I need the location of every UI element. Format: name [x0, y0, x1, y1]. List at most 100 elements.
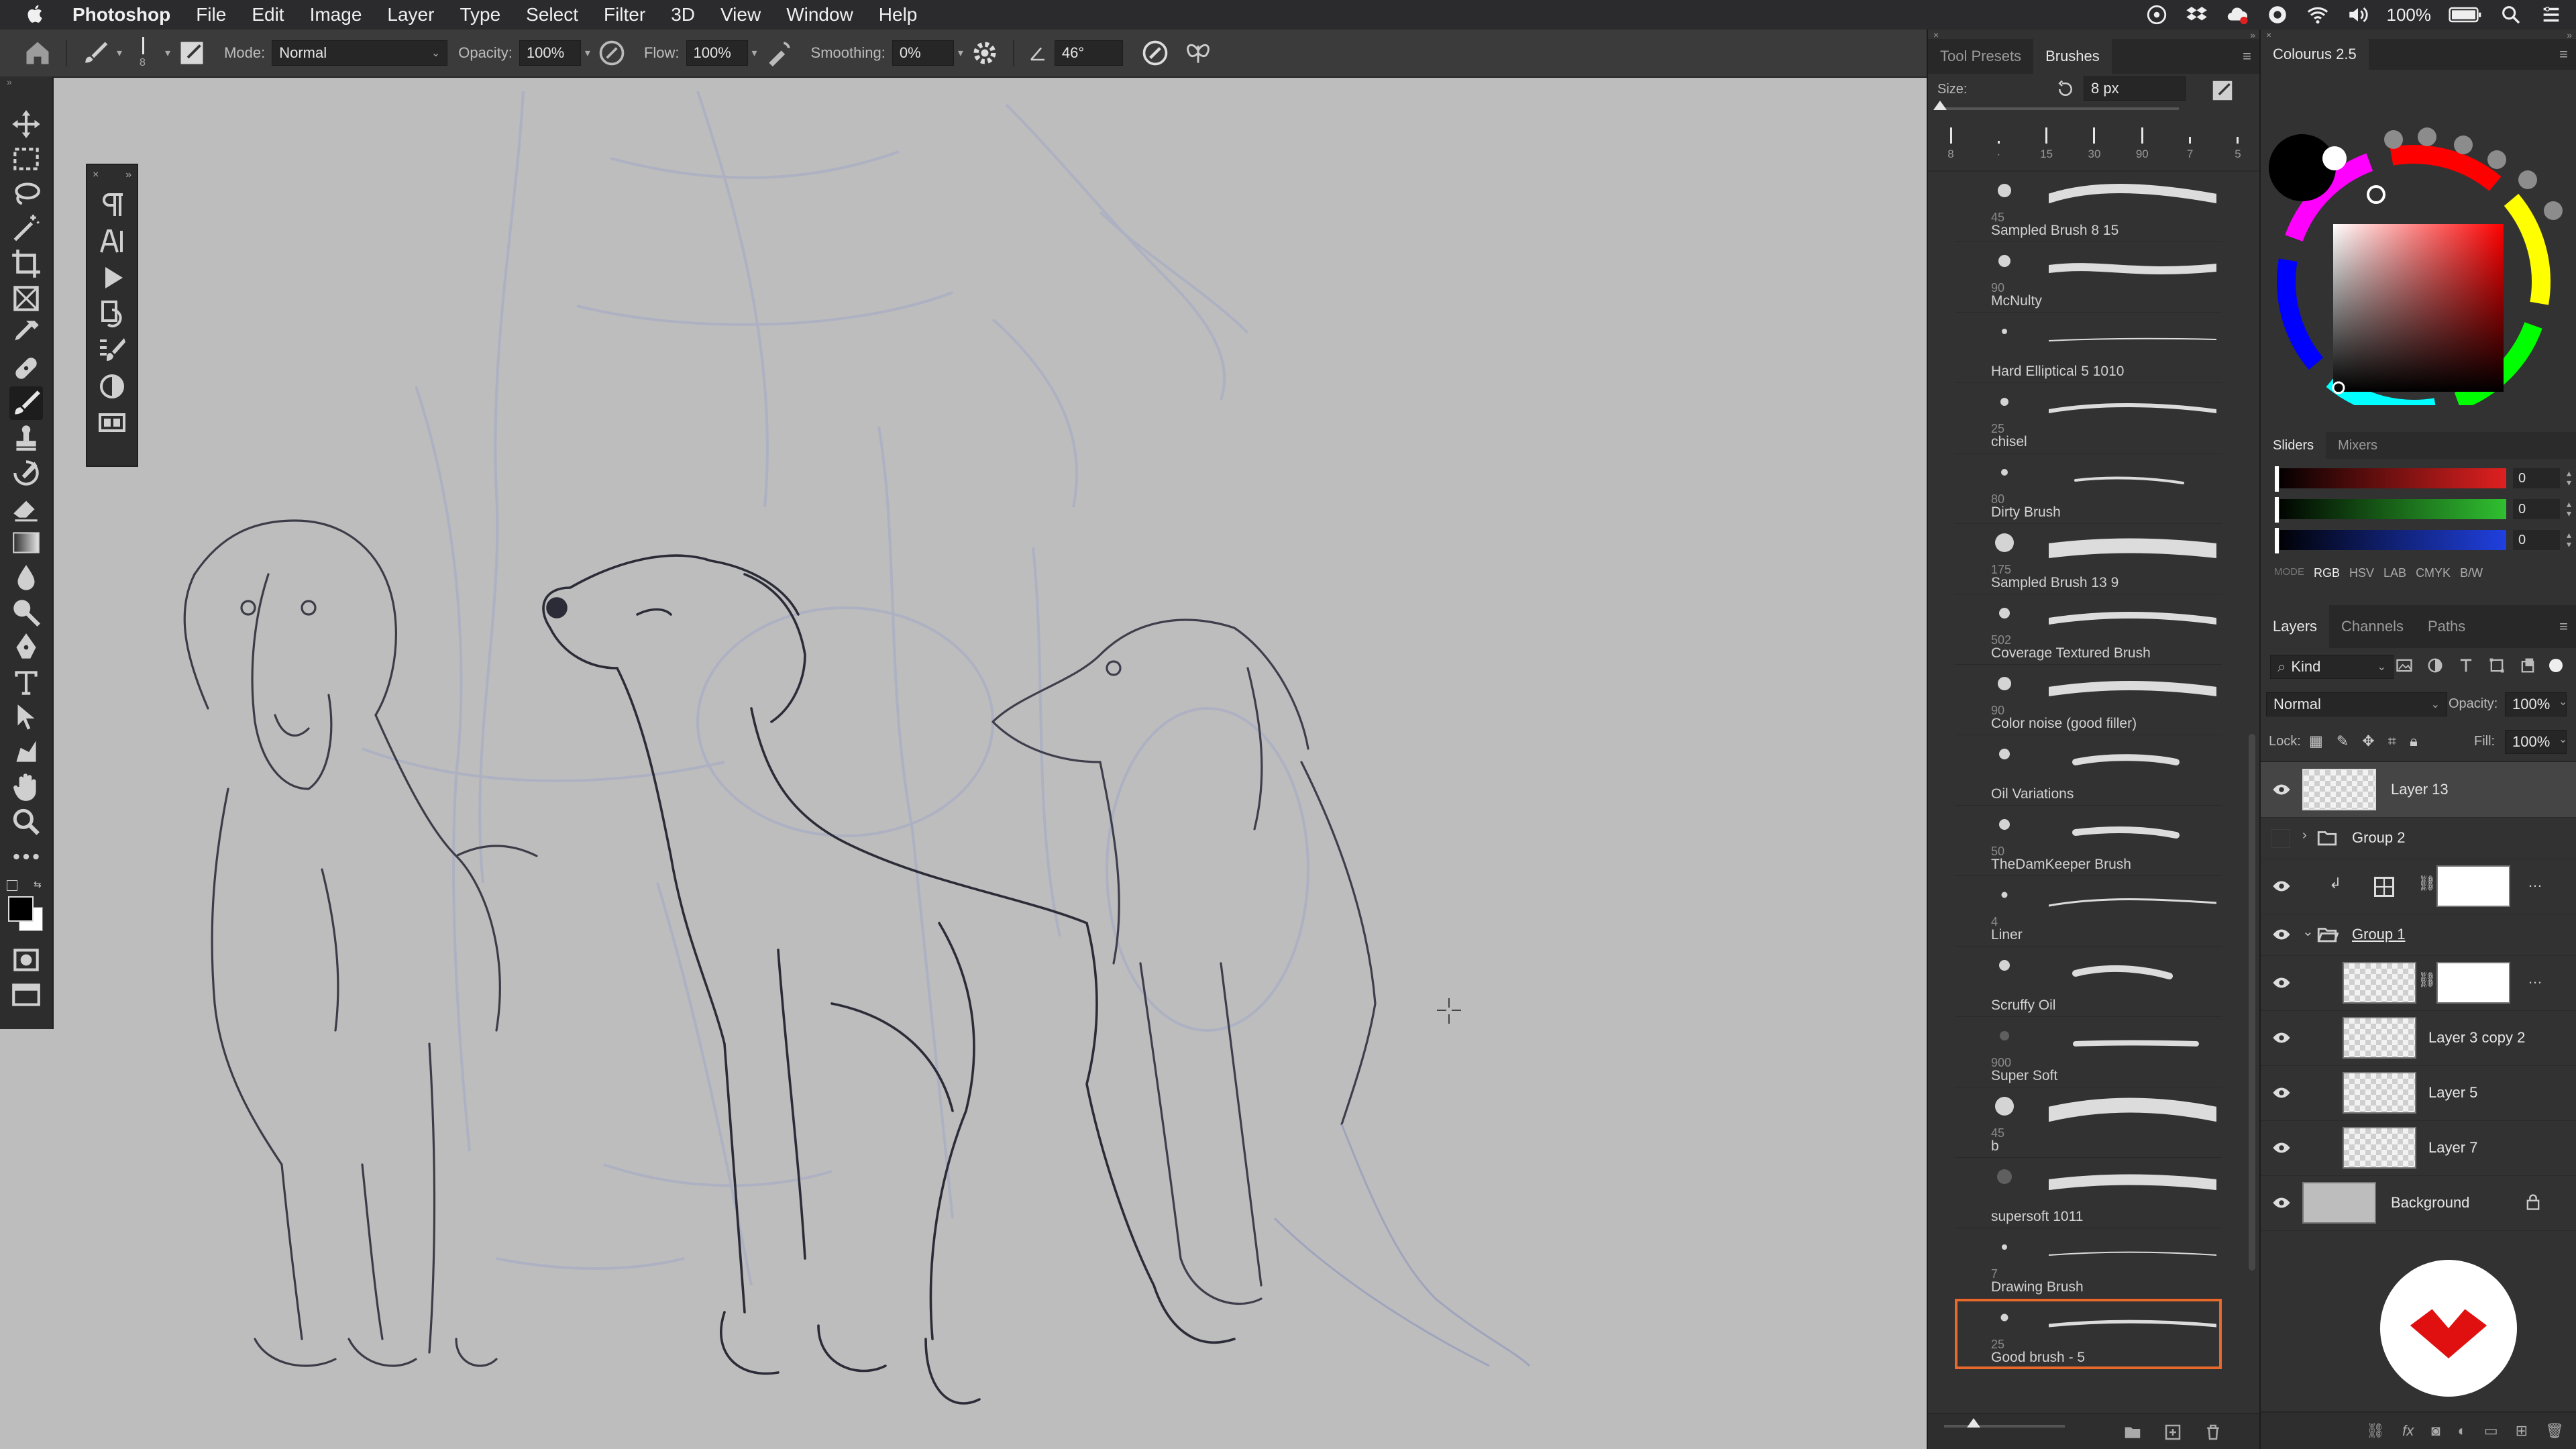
size-preset[interactable]: 5	[2224, 126, 2251, 161]
collapse-icon[interactable]: »	[2250, 30, 2255, 40]
layer-kind-filter[interactable]: ⌕ Kind ⌄	[2270, 655, 2394, 679]
smoothing-settings-gear-icon[interactable]	[970, 38, 1000, 68]
slider-handle[interactable]	[1933, 101, 1947, 110]
apple-icon[interactable]	[25, 3, 46, 26]
mode-hsv[interactable]: HSV	[2349, 566, 2374, 580]
brush-settings-toggle-icon[interactable]	[177, 38, 207, 68]
close-icon[interactable]: ×	[93, 169, 99, 181]
layer-name[interactable]: Layer 5	[2428, 1084, 2477, 1102]
filter-pixel-icon[interactable]	[2395, 656, 2414, 675]
symmetry-butterfly-icon[interactable]	[1183, 38, 1213, 68]
more-tools-icon[interactable]	[9, 840, 43, 873]
tab-channels[interactable]: Channels	[2329, 605, 2416, 648]
brush-preset-item[interactable]: Hard Elliptical 5 1010	[1955, 313, 2222, 383]
slider-track[interactable]	[2274, 530, 2506, 550]
delete-trash-icon[interactable]	[2203, 1422, 2223, 1442]
eraser-tool-icon[interactable]	[9, 491, 43, 525]
pen-tool-icon[interactable]	[9, 631, 43, 664]
airbrush-icon[interactable]	[764, 38, 794, 68]
collapse-icon[interactable]: »	[125, 169, 131, 181]
clone-stamp-tool-icon[interactable]	[9, 421, 43, 455]
brush-preset-item[interactable]: 4 Liner	[1955, 876, 2222, 947]
layer-name[interactable]: Layer 7	[2428, 1139, 2477, 1157]
dodge-tool-icon[interactable]	[9, 596, 43, 629]
hand-tool-icon[interactable]	[9, 770, 43, 804]
document-canvas[interactable]	[54, 78, 1927, 1449]
visibility-eye-icon[interactable]	[2271, 1083, 2292, 1103]
tab-layers[interactable]: Layers	[2261, 605, 2330, 648]
visibility-eye-hidden-icon[interactable]	[2271, 829, 2290, 848]
blend-mode-select[interactable]: Normal ⌄	[272, 40, 448, 66]
tab-tool-presets[interactable]: Tool Presets	[1928, 39, 2033, 74]
slider-value[interactable]: 0	[2513, 530, 2560, 550]
flow-field[interactable]: 100%	[686, 40, 748, 66]
history-brush-tool-icon[interactable]	[9, 456, 43, 490]
brush-preset-item[interactable]: 80 Dirty Brush	[1955, 453, 2222, 524]
brush-angle-icon[interactable]	[1028, 38, 1048, 68]
chevron-down-icon[interactable]: ▾	[752, 46, 757, 60]
layer-row-adjustment[interactable]: ↲ ⛓︎ …	[2261, 859, 2576, 914]
delete-trash-icon[interactable]: 🗑︎	[2545, 1422, 2564, 1440]
creative-cloud-icon[interactable]	[2145, 3, 2168, 26]
menu-filter[interactable]: Filter	[604, 4, 645, 25]
menu-select[interactable]: Select	[526, 4, 578, 25]
slider-handle[interactable]	[1967, 1418, 1980, 1428]
brush-preset-item[interactable]: 25 chisel	[1955, 383, 2222, 453]
chevron-down-icon[interactable]: ▾	[117, 46, 122, 60]
type-tool-icon[interactable]	[9, 665, 43, 699]
mode-cmyk[interactable]: CMYK	[2416, 566, 2451, 580]
filter-toggle-icon[interactable]	[2549, 659, 2563, 672]
tab-sliders[interactable]: Sliders	[2261, 432, 2326, 459]
quick-mask-icon[interactable]	[9, 943, 43, 977]
brush-size-field[interactable]: 8 px	[2084, 76, 2186, 101]
chevron-right-icon[interactable]: ›	[2302, 828, 2307, 843]
brush-list-scrollbar[interactable]	[2249, 734, 2255, 1271]
wifi-icon[interactable]	[2306, 3, 2329, 26]
path-selection-tool-icon[interactable]	[9, 700, 43, 734]
stepper-icon[interactable]: ▴ ▾	[2567, 499, 2571, 518]
filter-smart-object-icon[interactable]	[2518, 656, 2537, 675]
menu-help[interactable]: Help	[879, 4, 918, 25]
hue-marker[interactable]	[2367, 185, 2385, 204]
marquee-tool-icon[interactable]	[9, 142, 43, 176]
brush-preset-item[interactable]: 45 b	[1955, 1087, 2222, 1158]
move-tool-icon[interactable]	[9, 107, 43, 141]
chevron-down-icon[interactable]: ⌄	[2559, 695, 2567, 708]
menu-file[interactable]: File	[196, 4, 226, 25]
layer-row-layer-13[interactable]: Layer 13	[2261, 762, 2576, 818]
size-preset[interactable]: ·	[1985, 126, 2012, 161]
more-options-icon[interactable]: …	[2528, 873, 2542, 891]
layer-name[interactable]: Group 1	[2352, 926, 2406, 943]
layer-name[interactable]: Layer 3 copy 2	[2428, 1029, 2525, 1046]
layer-name[interactable]: Layer 13	[2391, 781, 2449, 798]
size-preset[interactable]: 90	[2129, 126, 2155, 161]
character-icon[interactable]	[96, 225, 128, 258]
actions-play-icon[interactable]	[96, 262, 128, 294]
mode-lab[interactable]: LAB	[2383, 566, 2406, 580]
stepper-icon[interactable]: ▴ ▾	[2567, 468, 2571, 487]
pressure-opacity-icon[interactable]	[597, 38, 627, 68]
layer-row-background[interactable]: Background	[2261, 1175, 2576, 1231]
tab-colourus[interactable]: Colourus 2.5	[2261, 37, 2369, 72]
panel-menu-icon[interactable]: ≡	[2559, 46, 2568, 63]
home-icon[interactable]	[23, 38, 52, 68]
layer-name[interactable]: Background	[2391, 1194, 2469, 1212]
history-icon[interactable]	[96, 298, 128, 330]
chain-link-icon[interactable]: ⛓︎	[2418, 875, 2436, 892]
layer-opacity-field[interactable]: 100%	[2505, 692, 2567, 716]
magic-wand-tool-icon[interactable]	[9, 212, 43, 246]
lock-artboard-icon[interactable]: ⌗	[2388, 733, 2396, 750]
brush-tool-icon[interactable]	[9, 386, 43, 420]
menu-image[interactable]: Image	[310, 4, 362, 25]
create-new-brush-icon[interactable]	[2210, 78, 2235, 103]
brush-preset-item[interactable]: 900 Super Soft	[1955, 1017, 2222, 1087]
brush-size-slider[interactable]	[1933, 101, 2179, 110]
panel-menu-icon[interactable]: ≡	[2559, 618, 2568, 635]
default-colors-icon[interactable]	[7, 880, 17, 891]
brush-preset-item[interactable]: 25 Good brush - 5	[1955, 1299, 2222, 1369]
brush-preset-item[interactable]: 7 Drawing Brush	[1955, 1228, 2222, 1299]
brush-preset-item[interactable]: 175 Sampled Brush 13 9	[1955, 524, 2222, 594]
tab-brushes[interactable]: Brushes	[2033, 39, 2112, 74]
zoom-tool-icon[interactable]	[9, 805, 43, 839]
menu-view[interactable]: View	[720, 4, 761, 25]
